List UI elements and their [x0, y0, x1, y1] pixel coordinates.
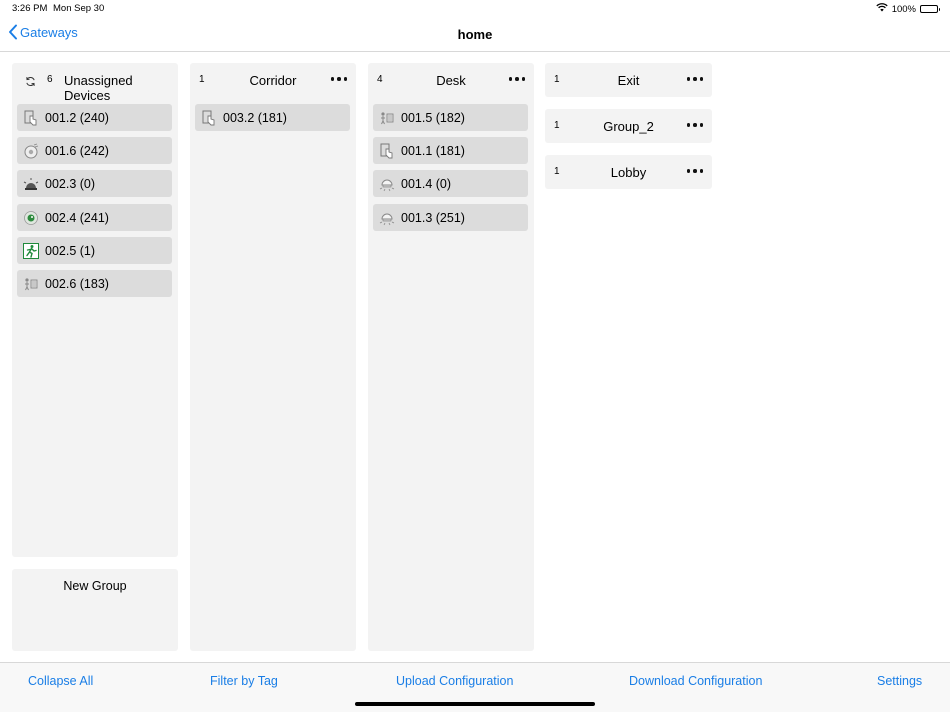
- device-label: 002.4 (241): [45, 210, 109, 225]
- device-item[interactable]: 001.2 (240): [17, 104, 172, 131]
- device-label: 001.5 (182): [401, 110, 465, 125]
- home-indicator: [355, 702, 595, 706]
- device-label: 002.5 (1): [45, 243, 96, 258]
- device-item[interactable]: 003.2 (181): [195, 104, 350, 131]
- device-label: 003.2 (181): [223, 110, 287, 125]
- device-label: 001.1 (181): [401, 143, 465, 158]
- status-date: Mon Sep 30: [53, 3, 105, 14]
- ceiling-lamp-icon: [379, 210, 395, 226]
- device-label: 001.4 (0): [401, 176, 452, 191]
- group-column-desk: 4 Desk 001.5 (182) 001.1 (181) 001.4 (0)…: [368, 63, 534, 651]
- group-header[interactable]: 1 Corridor: [190, 63, 356, 97]
- battery-percent: 100%: [891, 3, 916, 15]
- collapse-all-button[interactable]: Collapse All: [28, 674, 93, 688]
- navigation-bar: Gateways home: [0, 18, 950, 52]
- touch-panel-icon: [23, 110, 39, 126]
- sensor-disc-icon: [23, 143, 39, 159]
- touch-panel-icon: [379, 143, 395, 159]
- upload-configuration-button[interactable]: Upload Configuration: [396, 674, 513, 688]
- group-column-corridor: 1 Corridor 003.2 (181): [190, 63, 356, 651]
- device-item[interactable]: 002.4 (241): [17, 204, 172, 231]
- more-options-icon[interactable]: [684, 164, 706, 178]
- siren-icon: [23, 176, 39, 192]
- ceiling-lamp-icon: [379, 176, 395, 192]
- unassigned-count: 6: [47, 74, 53, 85]
- more-options-icon[interactable]: [328, 72, 350, 86]
- device-item[interactable]: 002.6 (183): [17, 270, 172, 297]
- device-item[interactable]: 001.1 (181): [373, 137, 528, 164]
- more-options-icon[interactable]: [506, 72, 528, 86]
- device-item[interactable]: 002.3 (0): [17, 170, 172, 197]
- battery-icon: [920, 5, 940, 13]
- status-bar: 3:26 PM Mon Sep 30 100%: [0, 0, 950, 18]
- unassigned-header: 6 Unassigned Devices: [12, 63, 178, 103]
- unassigned-title: Unassigned Devices: [64, 73, 133, 103]
- device-item[interactable]: 001.6 (242): [17, 137, 172, 164]
- more-options-icon[interactable]: [684, 72, 706, 86]
- device-item[interactable]: 002.5 (1): [17, 237, 172, 264]
- device-label: 002.6 (183): [45, 276, 109, 291]
- unassigned-devices-column: 6 Unassigned Devices 001.2 (240) 001.6 (…: [12, 63, 178, 557]
- page-title: home: [457, 27, 493, 42]
- status-time: 3:26 PM: [12, 3, 48, 14]
- group-card-group-2[interactable]: 1 Group_2: [545, 109, 712, 143]
- device-label: 001.6 (242): [45, 143, 109, 158]
- settings-button[interactable]: Settings: [877, 674, 922, 688]
- new-group-label: New Group: [63, 579, 127, 593]
- download-configuration-button[interactable]: Download Configuration: [629, 674, 762, 688]
- group-header[interactable]: 4 Desk: [368, 63, 534, 97]
- device-item[interactable]: 001.5 (182): [373, 104, 528, 131]
- filter-by-tag-button[interactable]: Filter by Tag: [210, 674, 278, 688]
- device-item[interactable]: 001.4 (0): [373, 170, 528, 197]
- refresh-icon[interactable]: [25, 74, 36, 92]
- touch-panel-icon: [201, 110, 217, 126]
- device-item[interactable]: 001.3 (251): [373, 204, 528, 231]
- multi-sensor-icon: [379, 110, 395, 126]
- device-label: 002.3 (0): [45, 176, 96, 191]
- device-label: 001.3 (251): [401, 210, 465, 225]
- wifi-icon: [876, 3, 888, 15]
- green-sensor-icon: [23, 210, 39, 226]
- status-indicators: 100%: [876, 3, 940, 15]
- multi-sensor-icon: [23, 276, 39, 292]
- group-card-exit[interactable]: 1 Exit: [545, 63, 712, 97]
- device-label: 001.2 (240): [45, 110, 109, 125]
- more-options-icon[interactable]: [684, 118, 706, 132]
- new-group-button[interactable]: New Group: [12, 569, 178, 651]
- group-card-lobby[interactable]: 1 Lobby: [545, 155, 712, 189]
- emergency-exit-icon: [23, 242, 39, 259]
